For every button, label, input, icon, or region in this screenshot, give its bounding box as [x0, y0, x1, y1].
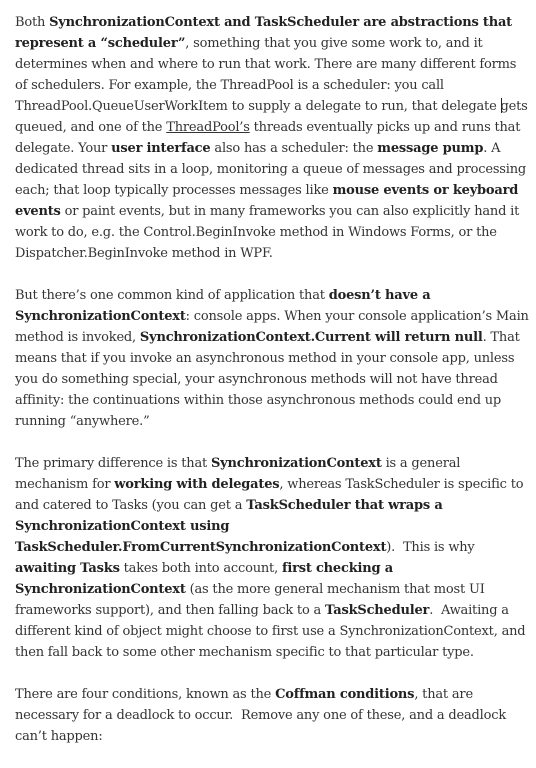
text-run: But there’s one common kind of applicati… — [15, 288, 329, 303]
paragraph-console-apps: But there’s one common kind of applicati… — [15, 285, 530, 432]
inline-link[interactable]: ThreadPool’s — [166, 120, 250, 135]
bold-text: awaiting Tasks — [15, 561, 120, 576]
bold-text: message pump — [377, 141, 484, 156]
text-run: also has a scheduler: the — [210, 141, 378, 156]
bold-text: user interface — [111, 141, 211, 156]
text-run: ). This is why — [386, 540, 475, 555]
text-run: takes both into account, — [119, 561, 282, 576]
article-body: Both SynchronizationContext and TaskSche… — [15, 12, 530, 768]
text-run: There are four conditions, known as the — [15, 687, 276, 702]
bold-text: SynchronizationContext — [210, 456, 382, 471]
bold-text: TaskScheduler — [325, 603, 430, 618]
paragraph-schedulers: Both SynchronizationContext and TaskSche… — [15, 12, 530, 264]
bold-text: Coffman conditions — [275, 687, 415, 702]
text-run: Both — [15, 15, 50, 30]
text-run: or paint events, but in many frameworks … — [15, 204, 520, 261]
paragraph-primary-difference: The primary difference is that Synchroni… — [15, 453, 530, 663]
paragraph-coffman-conditions: There are four conditions, known as the … — [15, 684, 530, 747]
bold-text: SynchronizationContext.Current will retu… — [139, 330, 483, 345]
bold-text: working with delegates — [114, 477, 280, 492]
text-run: The primary difference is that — [15, 456, 211, 471]
